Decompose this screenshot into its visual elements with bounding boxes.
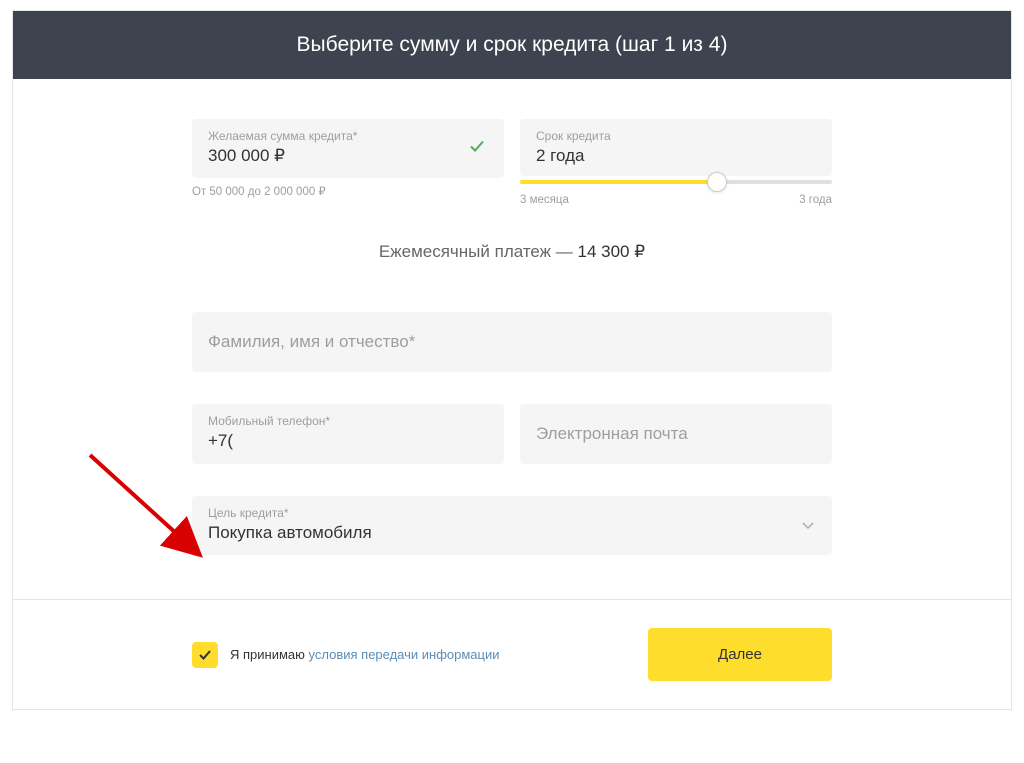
consent-link[interactable]: условия передачи информации <box>309 647 500 662</box>
phone-label: Мобильный телефон* <box>208 414 488 428</box>
form-container: Выберите сумму и срок кредита (шаг 1 из … <box>12 10 1012 710</box>
monthly-payment: Ежемесячный платеж — 14 300 ₽ <box>45 242 979 262</box>
slider-fill <box>520 180 717 184</box>
consent-prefix: Я принимаю <box>230 647 309 662</box>
amount-value: 300 000 ₽ <box>208 146 488 166</box>
next-button[interactable]: Далее <box>648 628 832 681</box>
purpose-label: Цель кредита* <box>208 506 816 520</box>
slider-max-label: 3 года <box>799 194 832 206</box>
header-title: Выберите сумму и срок кредита (шаг 1 из … <box>297 33 728 56</box>
form-header: Выберите сумму и срок кредита (шаг 1 из … <box>13 11 1011 79</box>
slider-min-label: 3 месяца <box>520 194 569 206</box>
consent-text: Я принимаю условия передачи информации <box>230 647 500 662</box>
amount-field[interactable]: Желаемая сумма кредита* 300 000 ₽ <box>192 119 504 178</box>
amount-label: Желаемая сумма кредита* <box>208 129 488 143</box>
form-footer: Я принимаю условия передачи информации Д… <box>13 599 1011 709</box>
payment-value: 14 300 ₽ <box>578 242 646 261</box>
slider-thumb[interactable] <box>707 172 727 192</box>
form-content: Желаемая сумма кредита* 300 000 ₽ От 50 … <box>13 79 1011 599</box>
term-value: 2 года <box>536 146 816 166</box>
fullname-input[interactable]: Фамилия, имя и отчество* <box>192 312 832 372</box>
checkmark-icon <box>468 137 486 160</box>
amount-hint: От 50 000 до 2 000 000 ₽ <box>192 184 504 198</box>
chevron-down-icon <box>802 517 814 535</box>
purpose-dropdown[interactable]: Цель кредита* Покупка автомобиля <box>192 496 832 555</box>
term-label: Срок кредита <box>536 129 816 143</box>
check-icon <box>197 647 213 663</box>
phone-value: +7( <box>208 431 488 451</box>
phone-input[interactable]: Мобильный телефон* +7( <box>192 404 504 464</box>
fullname-placeholder: Фамилия, имя и отчество* <box>208 332 415 351</box>
email-input[interactable]: Электронная почта <box>520 404 832 464</box>
email-placeholder: Электронная почта <box>536 424 688 443</box>
consent-section: Я принимаю условия передачи информации <box>192 642 500 668</box>
term-slider[interactable] <box>520 180 832 184</box>
purpose-value: Покупка автомобиля <box>208 523 816 543</box>
term-field[interactable]: Срок кредита 2 года <box>520 119 832 176</box>
payment-label: Ежемесячный платеж — <box>379 242 578 261</box>
consent-checkbox[interactable] <box>192 642 218 668</box>
